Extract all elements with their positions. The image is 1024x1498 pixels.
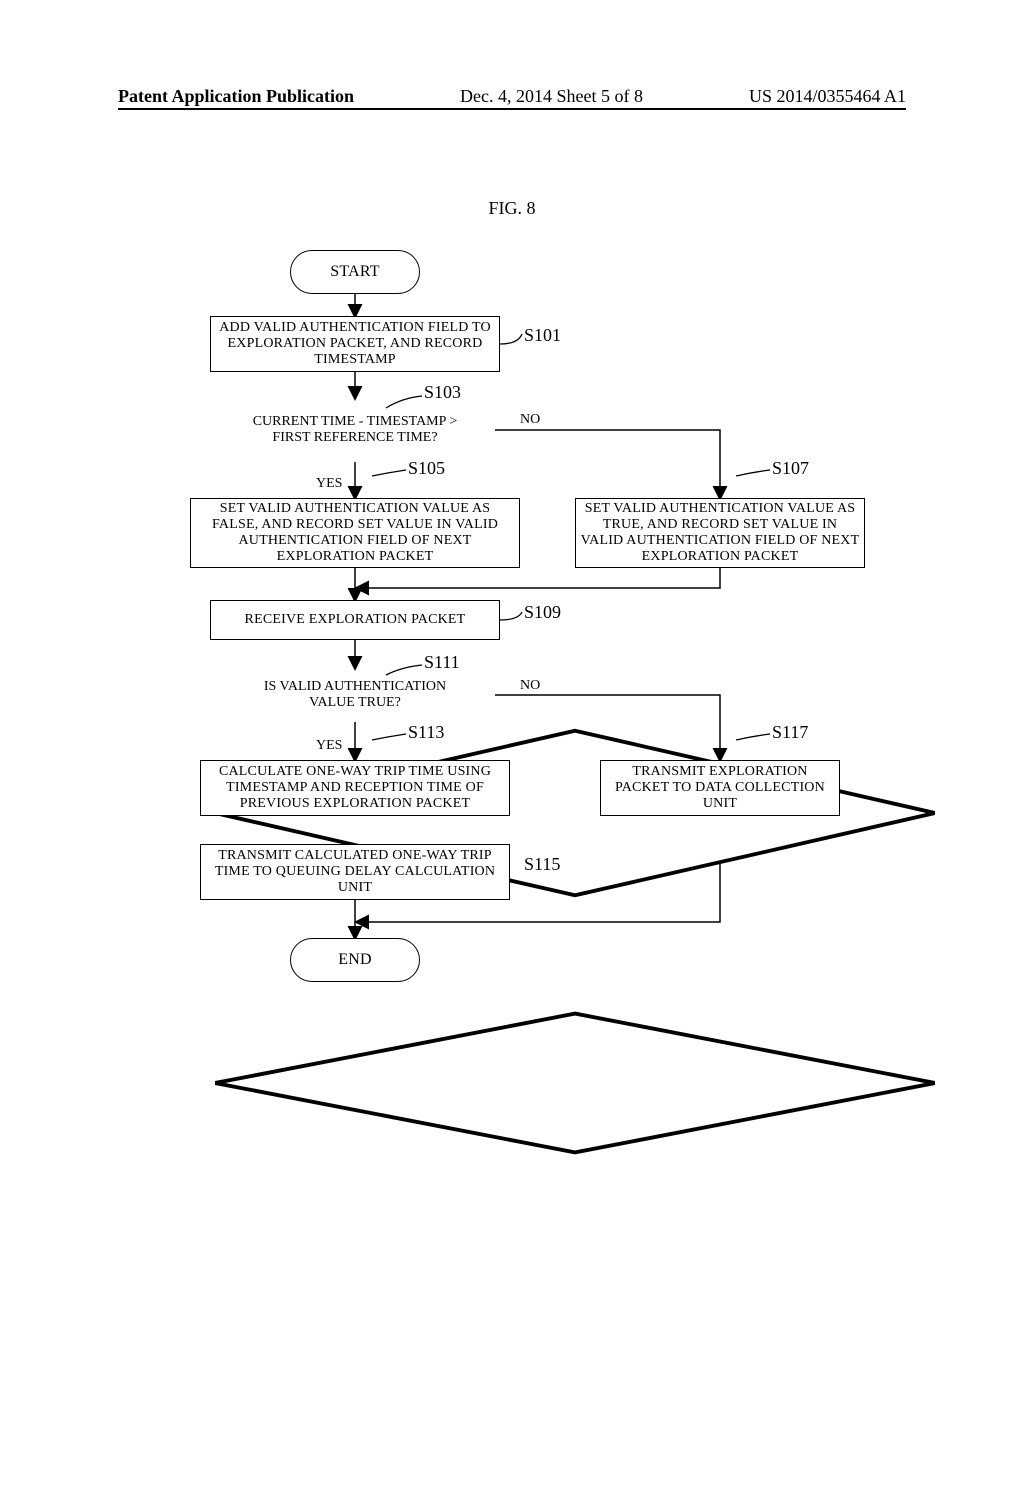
label-s105: S105 [408,458,445,479]
step-s117: TRANSMIT EXPLORATION PACKET TO DATA COLL… [600,760,840,816]
label-s115: S115 [524,854,560,875]
step-s107: SET VALID AUTHENTICATION VALUE AS TRUE, … [575,498,865,568]
flowchart: START ADD VALID AUTHENTICATION FIELD TO … [180,250,900,1080]
step-s101-text: ADD VALID AUTHENTICATION FIELD TO EXPLOR… [215,320,495,368]
decision-s103: CURRENT TIME - TIMESTAMP > FIRST REFEREN… [215,398,495,462]
branch-yes-1: YES [316,476,342,492]
header-left: Patent Application Publication [118,86,354,107]
terminal-start-label: START [330,263,379,281]
step-s115: TRANSMIT CALCULATED ONE-WAY TRIP TIME TO… [200,844,510,900]
decision-s111: IS VALID AUTHENTICATION VALUE TRUE? [215,668,495,722]
label-s107: S107 [772,458,809,479]
terminal-end-label: END [338,951,371,969]
header-right: US 2014/0355464 A1 [749,86,906,107]
label-s101: S101 [524,325,561,346]
step-s105-text: SET VALID AUTHENTICATION VALUE AS FALSE,… [195,501,515,565]
branch-no-2: NO [520,678,540,694]
step-s113-text: CALCULATE ONE-WAY TRIP TIME USING TIMEST… [205,764,505,812]
label-s117: S117 [772,722,808,743]
branch-no-1: NO [520,412,540,428]
page: Patent Application Publication Dec. 4, 2… [0,0,1024,1320]
label-s103: S103 [424,382,461,403]
figure-label: FIG. 8 [0,198,1024,219]
flowchart-connectors [180,250,900,1080]
label-s109: S109 [524,602,561,623]
label-s113: S113 [408,722,444,743]
step-s109: RECEIVE EXPLORATION PACKET [210,600,500,640]
label-s111: S111 [424,652,460,673]
decision-s111-text: IS VALID AUTHENTICATION VALUE TRUE? [215,679,495,711]
step-s115-text: TRANSMIT CALCULATED ONE-WAY TRIP TIME TO… [205,848,505,896]
header-rule [118,108,906,110]
step-s105: SET VALID AUTHENTICATION VALUE AS FALSE,… [190,498,520,568]
terminal-start: START [290,250,420,294]
step-s107-text: SET VALID AUTHENTICATION VALUE AS TRUE, … [580,501,860,565]
step-s117-text: TRANSMIT EXPLORATION PACKET TO DATA COLL… [605,764,835,812]
branch-yes-2: YES [316,738,342,754]
terminal-end: END [290,938,420,982]
step-s101: ADD VALID AUTHENTICATION FIELD TO EXPLOR… [210,316,500,372]
step-s113: CALCULATE ONE-WAY TRIP TIME USING TIMEST… [200,760,510,816]
page-header: Patent Application Publication Dec. 4, 2… [0,86,1024,107]
decision-s103-text: CURRENT TIME - TIMESTAMP > FIRST REFEREN… [215,414,495,446]
step-s109-text: RECEIVE EXPLORATION PACKET [245,612,466,628]
header-mid: Dec. 4, 2014 Sheet 5 of 8 [460,86,643,107]
